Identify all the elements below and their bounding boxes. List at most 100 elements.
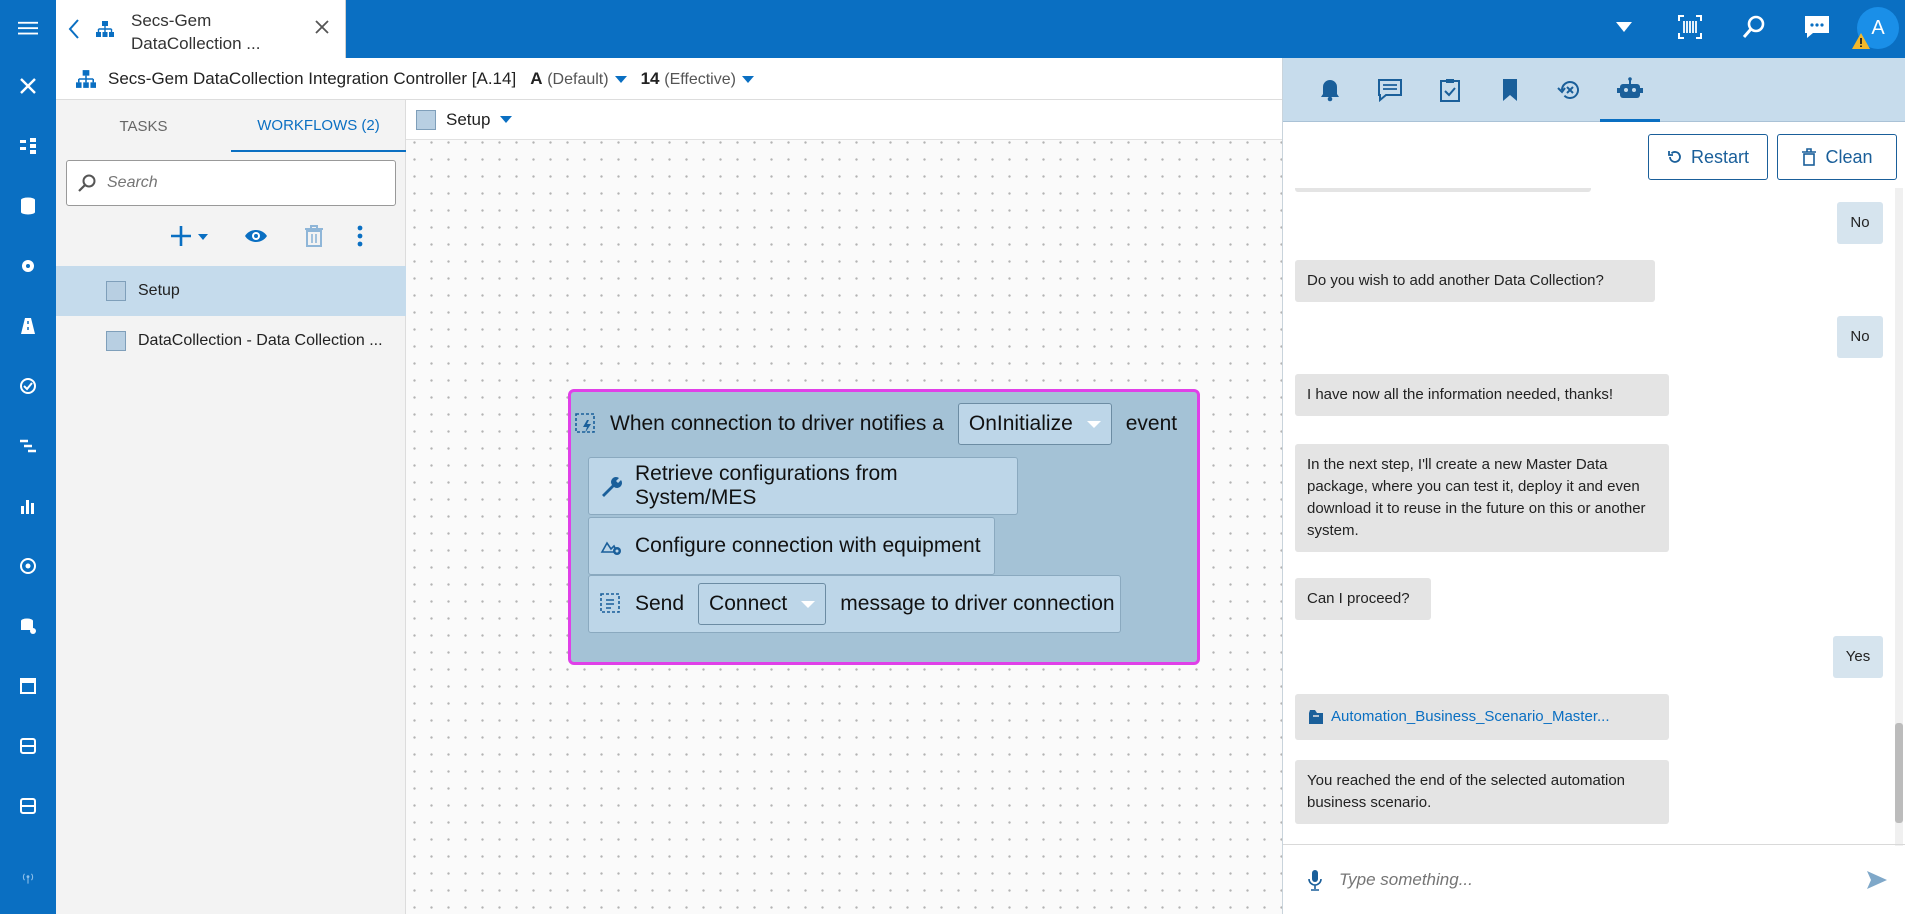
send-message-icon [599, 592, 623, 616]
road-icon[interactable] [0, 306, 56, 346]
tab-tasks[interactable]: TASKS [56, 100, 231, 152]
event-block-header: When connection to driver notifies a OnI… [574, 395, 1188, 453]
configure-connection-block[interactable]: Configure connection with equipment [588, 517, 995, 575]
search-box[interactable] [66, 160, 396, 206]
messages-icon[interactable] [1360, 58, 1420, 122]
clean-button[interactable]: Clean [1777, 134, 1897, 180]
tab-workflows[interactable]: WORKFLOWS (2) [231, 100, 406, 152]
attachment-link[interactable]: Automation_Business_Scenario_Master... [1331, 706, 1651, 728]
search-icon [67, 173, 97, 193]
chart-icon[interactable] [0, 486, 56, 526]
chat-message-bot: Do you wish to add another Data Collecti… [1295, 260, 1655, 302]
flow-icon[interactable] [0, 426, 56, 466]
chat-input-bar [1283, 844, 1905, 914]
add-icon[interactable] [170, 224, 212, 248]
eye-icon[interactable] [244, 224, 268, 248]
revision-effective-label: (Effective) [664, 70, 736, 88]
retrieve-config-block[interactable]: Retrieve configurations from System/MES [588, 457, 1018, 515]
chat-message-bot: Can I proceed? [1295, 578, 1431, 620]
message-type-dropdown[interactable]: Connect [698, 583, 827, 625]
menu-icon[interactable] [0, 8, 56, 48]
event-type-dropdown[interactable]: OnInitialize [957, 403, 1112, 445]
revision-number: 14 [640, 68, 660, 88]
chat-message-partial [1295, 188, 1591, 192]
chat-messages: No Do you wish to add another Data Colle… [1283, 188, 1891, 846]
chat-message-bot: In the next step, I'll create a new Mast… [1295, 444, 1669, 552]
chat-input[interactable] [1339, 869, 1819, 890]
canvas-header: Setup [406, 100, 1282, 140]
send-icon[interactable] [1866, 870, 1888, 890]
revision-selector[interactable]: 14 (Effective) [641, 69, 754, 89]
chevron-down-icon [614, 75, 627, 83]
microphone-icon[interactable] [1307, 869, 1323, 891]
workflow-item-setup[interactable]: Setup [56, 266, 406, 316]
event-prefix-text: When connection to driver notifies a [610, 412, 944, 435]
send-message-block[interactable]: Send Connect message to driver connectio… [588, 575, 1121, 633]
tools-icon[interactable] [0, 66, 56, 106]
signal-icon[interactable] [0, 858, 56, 898]
wrench-icon [599, 474, 623, 498]
left-navigation [0, 0, 56, 914]
database-icon[interactable] [0, 186, 56, 226]
package-icon [1307, 708, 1325, 726]
warning-icon [1852, 33, 1870, 49]
workflow-color-swatch [416, 109, 436, 130]
workflow-item-datacollection[interactable]: DataCollection - Data Collection ... [56, 316, 406, 366]
search-icon[interactable] [1741, 14, 1767, 40]
clean-label: Clean [1825, 146, 1873, 167]
message-type-value: Connect [709, 592, 788, 615]
window-icon[interactable] [0, 666, 56, 706]
event-block[interactable]: When connection to driver notifies a OnI… [568, 389, 1200, 665]
restart-icon [1667, 149, 1691, 165]
more-options-icon[interactable] [356, 224, 364, 248]
chat-message-user: No [1837, 316, 1883, 358]
list-panel-icon[interactable] [0, 726, 56, 766]
history-cancel-icon[interactable] [1540, 58, 1600, 122]
chat-message-bot: I have now all the information needed, t… [1295, 374, 1669, 416]
checklist-icon[interactable] [1420, 58, 1480, 122]
document-tab[interactable]: Secs-Gem DataCollection ... [56, 0, 346, 58]
notifications-icon[interactable] [1300, 58, 1360, 122]
workflow-label: DataCollection - Data Collection ... [138, 332, 383, 349]
send-prefix-text: Send [635, 592, 685, 615]
gauge-icon[interactable] [0, 546, 56, 586]
database-settings-icon[interactable] [0, 606, 56, 646]
trash-icon [1801, 148, 1825, 166]
restart-button[interactable]: Restart [1648, 134, 1768, 180]
block-label: Retrieve configurations from System/MES [635, 462, 898, 509]
chat-message-user: Yes [1833, 636, 1883, 678]
chat-scrollbar-thumb[interactable] [1895, 723, 1903, 823]
panel-tabs [1283, 58, 1905, 122]
controller-title: Secs-Gem DataCollection Integration Cont… [108, 68, 517, 88]
version-letter: A [530, 68, 543, 88]
chat-message-attachment[interactable]: Automation_Business_Scenario_Master... [1295, 694, 1669, 740]
chat-icon[interactable] [1803, 14, 1831, 40]
tab-title: Secs-Gem DataCollection ... [131, 11, 261, 53]
bookmark-icon[interactable] [1480, 58, 1540, 122]
restart-label: Restart [1690, 146, 1750, 167]
version-selector[interactable]: A (Default) [530, 68, 627, 89]
workflow-selector[interactable]: Setup [446, 110, 490, 130]
workflow-color-swatch [106, 281, 126, 301]
barcode-scan-icon[interactable] [1677, 14, 1703, 40]
event-suffix-text: event [1125, 412, 1178, 435]
trash-icon[interactable] [303, 224, 325, 248]
equipment-settings-icon [599, 534, 623, 558]
workflow-color-swatch [106, 331, 126, 351]
event-type-value: OnInitialize [968, 412, 1073, 435]
hierarchy-icon[interactable] [0, 126, 56, 166]
chevron-down-icon[interactable] [500, 116, 513, 123]
puzzle-icon[interactable] [0, 246, 56, 286]
robot-icon[interactable] [1600, 58, 1660, 122]
back-icon[interactable] [68, 18, 80, 40]
list-panel-icon-2[interactable] [0, 786, 56, 826]
dropdown-icon[interactable] [1616, 22, 1632, 32]
version-default-label: (Default) [547, 70, 609, 88]
block-label: Configure connection with equipment [635, 534, 981, 557]
close-icon[interactable] [314, 19, 330, 35]
search-input[interactable] [107, 174, 387, 192]
hierarchy-icon [76, 69, 96, 89]
chat-message-user: No [1837, 202, 1883, 244]
target-check-icon[interactable] [0, 366, 56, 406]
send-suffix-text: message to driver connection [840, 592, 1115, 615]
